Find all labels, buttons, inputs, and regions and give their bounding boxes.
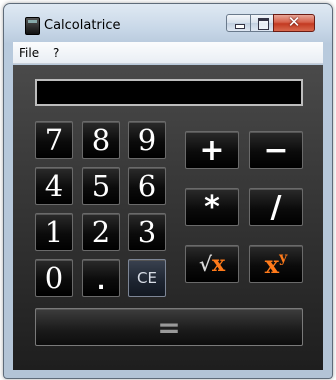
divide-button[interactable]: / — [249, 188, 303, 226]
maximize-icon — [258, 18, 269, 30]
key-3[interactable]: 3 — [128, 213, 166, 251]
power-button[interactable]: xy — [249, 245, 303, 283]
menu-help[interactable]: ? — [53, 46, 59, 60]
key-decimal-point[interactable]: . — [82, 259, 120, 297]
multiply-button[interactable]: * — [185, 188, 239, 226]
result-display[interactable] — [35, 79, 303, 106]
square-root-icon: √ — [198, 252, 213, 276]
power-base: x — [264, 249, 280, 279]
key-5[interactable]: 5 — [82, 167, 120, 205]
key-9[interactable]: 9 — [128, 121, 166, 159]
key-0[interactable]: 0 — [35, 259, 73, 297]
menu-file[interactable]: File — [19, 46, 39, 60]
minimize-icon — [235, 24, 245, 29]
subtract-button[interactable]: − — [249, 131, 303, 169]
calculator-app-icon — [25, 17, 40, 35]
add-button[interactable]: + — [185, 131, 239, 169]
close-button[interactable]: ✕ — [273, 13, 315, 32]
key-4[interactable]: 4 — [35, 167, 73, 205]
calculator-panel: 7 8 9 4 5 6 1 2 3 0 . CE + − * / √ x xy = — [13, 65, 323, 370]
window-title: Calcolatrice — [44, 18, 121, 33]
key-2[interactable]: 2 — [82, 213, 120, 251]
maximize-button[interactable] — [250, 14, 274, 32]
key-7[interactable]: 7 — [35, 121, 73, 159]
minimize-button[interactable] — [226, 14, 251, 32]
key-6[interactable]: 6 — [128, 167, 166, 205]
clear-entry-button[interactable]: CE — [128, 259, 166, 297]
title-bar[interactable]: Calcolatrice ✕ — [4, 4, 332, 38]
key-1[interactable]: 1 — [35, 213, 73, 251]
square-root-button[interactable]: √ x — [185, 245, 239, 283]
key-8[interactable]: 8 — [82, 121, 120, 159]
square-root-operand: x — [212, 251, 226, 277]
calculator-window: Calcolatrice ✕ File ? 7 8 9 4 5 6 1 2 3 … — [3, 3, 333, 379]
power-exponent: y — [279, 250, 288, 266]
close-icon: ✕ — [287, 13, 301, 31]
menu-bar: File ? — [13, 42, 323, 64]
equals-button[interactable]: = — [35, 308, 303, 346]
